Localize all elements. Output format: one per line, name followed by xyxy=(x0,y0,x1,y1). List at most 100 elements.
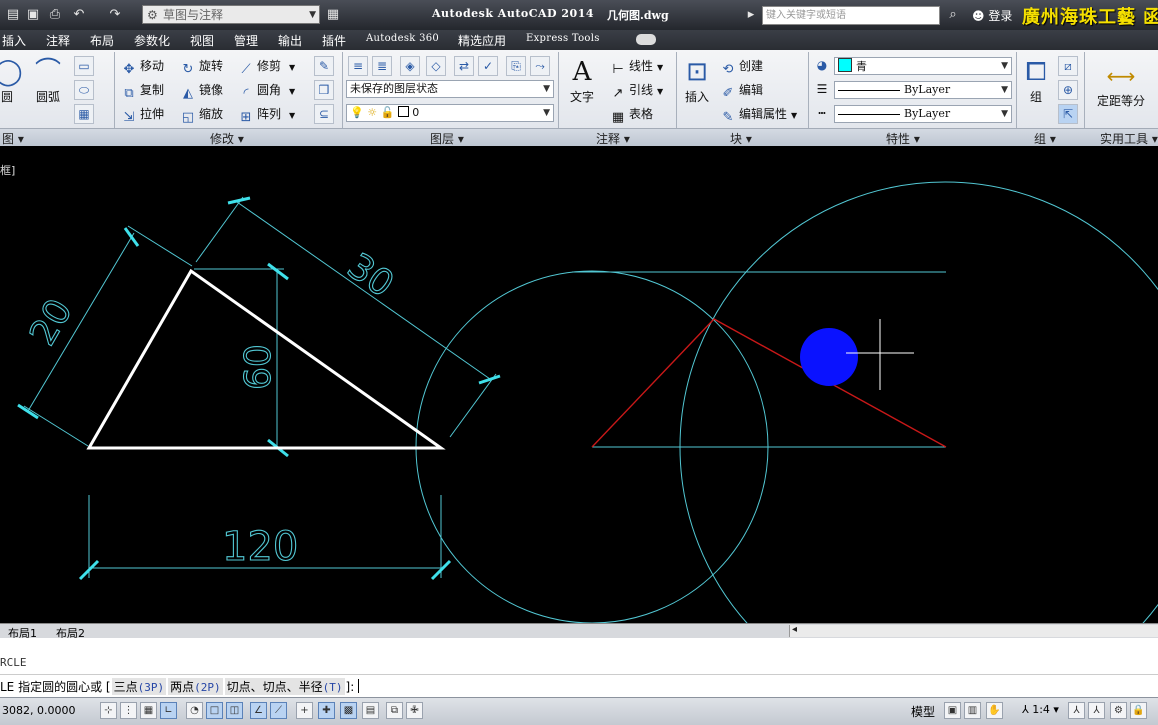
group-edit-icon[interactable]: ⊕ xyxy=(1058,80,1078,100)
layer-walk-icon[interactable]: ⤳ xyxy=(530,56,550,76)
panel-label-modify[interactable]: 修改 ▾ xyxy=(210,130,244,147)
tab-output[interactable]: 输出 xyxy=(278,32,302,49)
print-icon[interactable]: ⎙ xyxy=(46,6,64,24)
workspace-select[interactable]: ⚙ 草图与注释 ▼ xyxy=(142,5,320,24)
stretch-button[interactable]: ⇲ 拉伸 xyxy=(121,104,164,125)
match-properties-icon[interactable]: ◕ xyxy=(812,56,832,76)
redo-icon[interactable]: ↷ xyxy=(106,6,124,24)
array-button[interactable]: ⊞ 阵列 ▼ xyxy=(238,104,296,125)
annotation-visibility-icon[interactable]: ⅄ xyxy=(1068,702,1085,719)
annotation-monitor-icon[interactable]: ✙ xyxy=(406,702,423,719)
offset-icon[interactable]: ⊆ xyxy=(314,104,334,124)
panel-label-groups[interactable]: 组 ▾ xyxy=(1034,130,1056,147)
tab-annotate[interactable]: 注释 xyxy=(46,32,70,49)
tab-manage[interactable]: 管理 xyxy=(234,32,258,49)
drawing-canvas[interactable]: 20 30 60 120 xyxy=(0,146,1158,624)
login-button[interactable]: ☻ 登录 xyxy=(972,7,1012,24)
3d-object-snap-icon[interactable]: ◫ xyxy=(226,702,243,719)
tab-layout[interactable]: 布局 xyxy=(90,32,114,49)
layer-match-icon[interactable]: ⇄ xyxy=(454,56,474,76)
panel-label-annotation[interactable]: 注释 ▾ xyxy=(596,130,630,147)
create-block-button[interactable]: ⟲ 创建 xyxy=(720,56,763,77)
transparency-icon[interactable]: ▩ xyxy=(340,702,357,719)
layer-current-icon[interactable]: ✓ xyxy=(478,56,498,76)
tab-featured-apps[interactable]: 精选应用 xyxy=(458,32,506,49)
circle-button[interactable]: ◯ 圆 xyxy=(0,56,23,105)
panel-label-draw[interactable]: 图 ▾ xyxy=(2,130,24,147)
explode-icon[interactable]: ❒ xyxy=(314,80,334,100)
dynamic-ucs-icon[interactable]: ⟋ xyxy=(270,702,287,719)
tab-parametric[interactable]: 参数化 xyxy=(134,32,170,49)
layer-isolate-icon[interactable]: ◈ xyxy=(400,56,420,76)
lineweight-toggle-icon[interactable]: ✚ xyxy=(318,702,335,719)
layer-unisolate-icon[interactable]: ◇ xyxy=(426,56,446,76)
panel-label-layers[interactable]: 图层 ▾ xyxy=(430,130,464,147)
tab-insert[interactable]: 插入 xyxy=(2,32,26,49)
object-snap-icon[interactable]: □ xyxy=(206,702,223,719)
edit-block-button[interactable]: ✐ 编辑 xyxy=(720,80,763,101)
option-ttr[interactable]: 切点、切点、半径(T) xyxy=(224,678,345,695)
linear-dim-button[interactable]: ⊢ 线性 ▼ xyxy=(610,56,663,77)
lineweight-select[interactable]: ByLayer ▼ xyxy=(834,81,1012,99)
tab-view[interactable]: 视图 xyxy=(190,32,214,49)
viewport-label[interactable]: 框] xyxy=(0,162,15,178)
mirror-button[interactable]: ◭ 镜像 xyxy=(180,80,223,101)
new-file-icon[interactable]: ▤ xyxy=(4,6,22,24)
layer-state-select[interactable]: 未保存的图层状态 ▼ xyxy=(346,80,554,98)
grid-display-icon[interactable]: ▦ xyxy=(140,702,157,719)
group-button[interactable]: ⧠ 组 xyxy=(1020,56,1052,105)
binoculars-icon[interactable]: ⌕ xyxy=(944,6,962,24)
tab-express-tools[interactable]: Express Tools xyxy=(526,33,600,44)
copy-button[interactable]: ⧉ 复制 xyxy=(121,80,164,101)
workspace-switch-icon[interactable]: ⚙ xyxy=(1110,702,1127,719)
horizontal-scrollbar[interactable]: ◂ xyxy=(789,624,1158,637)
layer-properties-icon[interactable]: ≡ xyxy=(348,56,368,76)
search-input[interactable]: 键入关键字或短语 xyxy=(762,6,940,25)
panel-label-utilities[interactable]: 实用工具 ▾ xyxy=(1100,130,1158,147)
polar-tracking-icon[interactable]: ◔ xyxy=(186,702,203,719)
tab-plugins[interactable]: 插件 xyxy=(322,32,346,49)
command-line[interactable]: LE 指定圆的圆心或 [三点(3P) 两点(2P) 切点、切点、半径(T)]: xyxy=(0,674,1158,697)
scale-button[interactable]: ◱ 缩放 xyxy=(180,104,223,125)
trim-button[interactable]: ⟋ 修剪 ▼ xyxy=(238,56,295,77)
tab-autodesk-360[interactable]: Autodesk 360 xyxy=(366,33,439,44)
table-button[interactable]: ▦ 表格 xyxy=(610,104,653,125)
rotate-button[interactable]: ↻ 旋转 xyxy=(180,56,223,77)
ortho-mode-icon[interactable]: ∟ xyxy=(160,702,177,719)
info-expand-icon[interactable]: ▸ xyxy=(742,6,760,24)
option-2p[interactable]: 两点(2P) xyxy=(168,678,223,695)
panel-label-properties[interactable]: 特性 ▾ xyxy=(886,130,920,147)
drawing-svg[interactable]: 20 30 60 120 xyxy=(0,146,1158,624)
layer-select[interactable]: 💡 ☼ 🔓 0 ▼ xyxy=(346,104,554,122)
text-button[interactable]: A 文字 xyxy=(566,56,598,105)
linetype-select[interactable]: ByLayer ▼ xyxy=(834,105,1012,123)
leader-button[interactable]: ↗ 引线 ▼ xyxy=(610,80,664,101)
insert-block-button[interactable]: ⊡ 插入 xyxy=(680,56,714,105)
ribbon-toggle-button[interactable] xyxy=(636,34,656,45)
scroll-left-icon[interactable]: ◂ xyxy=(792,624,797,635)
arc-button[interactable]: ⌒ 圆弧 xyxy=(30,56,66,105)
save-icon[interactable]: ▣ xyxy=(24,6,42,24)
object-snap-tracking-icon[interactable]: ∠ xyxy=(250,702,267,719)
erase-icon[interactable]: ✎ xyxy=(314,56,334,76)
ellipse-icon[interactable]: ⬭ xyxy=(74,80,94,100)
measure-button[interactable]: ⟷ 定距等分 xyxy=(1092,60,1150,109)
quick-view-drawings-icon[interactable]: ▥ xyxy=(964,702,981,719)
pan-icon[interactable]: ✋ xyxy=(986,702,1003,719)
option-3p[interactable]: 三点(3P) xyxy=(111,678,167,695)
model-space-button[interactable]: 模型 xyxy=(911,703,935,720)
auto-scale-icon[interactable]: ⅄ xyxy=(1088,702,1105,719)
annotation-scale[interactable]: ⅄ 1:4 ▾ xyxy=(1022,703,1059,716)
quick-view-layouts-icon[interactable]: ▣ xyxy=(944,702,961,719)
move-button[interactable]: ✥ 移动 xyxy=(121,56,164,77)
snap-mode-icon[interactable]: ⋮ xyxy=(120,702,137,719)
infer-constraints-icon[interactable]: ⊹ xyxy=(100,702,117,719)
edit-attributes-button[interactable]: ✎ 编辑属性 ▼ xyxy=(720,104,798,125)
layer-states-icon[interactable]: ≣ xyxy=(372,56,392,76)
selection-cycling-icon[interactable]: ⧉ xyxy=(386,702,403,719)
ungroup-icon[interactable]: ⧄ xyxy=(1058,56,1078,76)
workspace-switch-icon[interactable]: ▦ xyxy=(324,6,342,24)
fillet-button[interactable]: ◜ 圆角 ▼ xyxy=(238,80,295,101)
panel-label-block[interactable]: 块 ▾ xyxy=(730,130,752,147)
lock-icon[interactable]: 🔒 xyxy=(1130,702,1147,719)
